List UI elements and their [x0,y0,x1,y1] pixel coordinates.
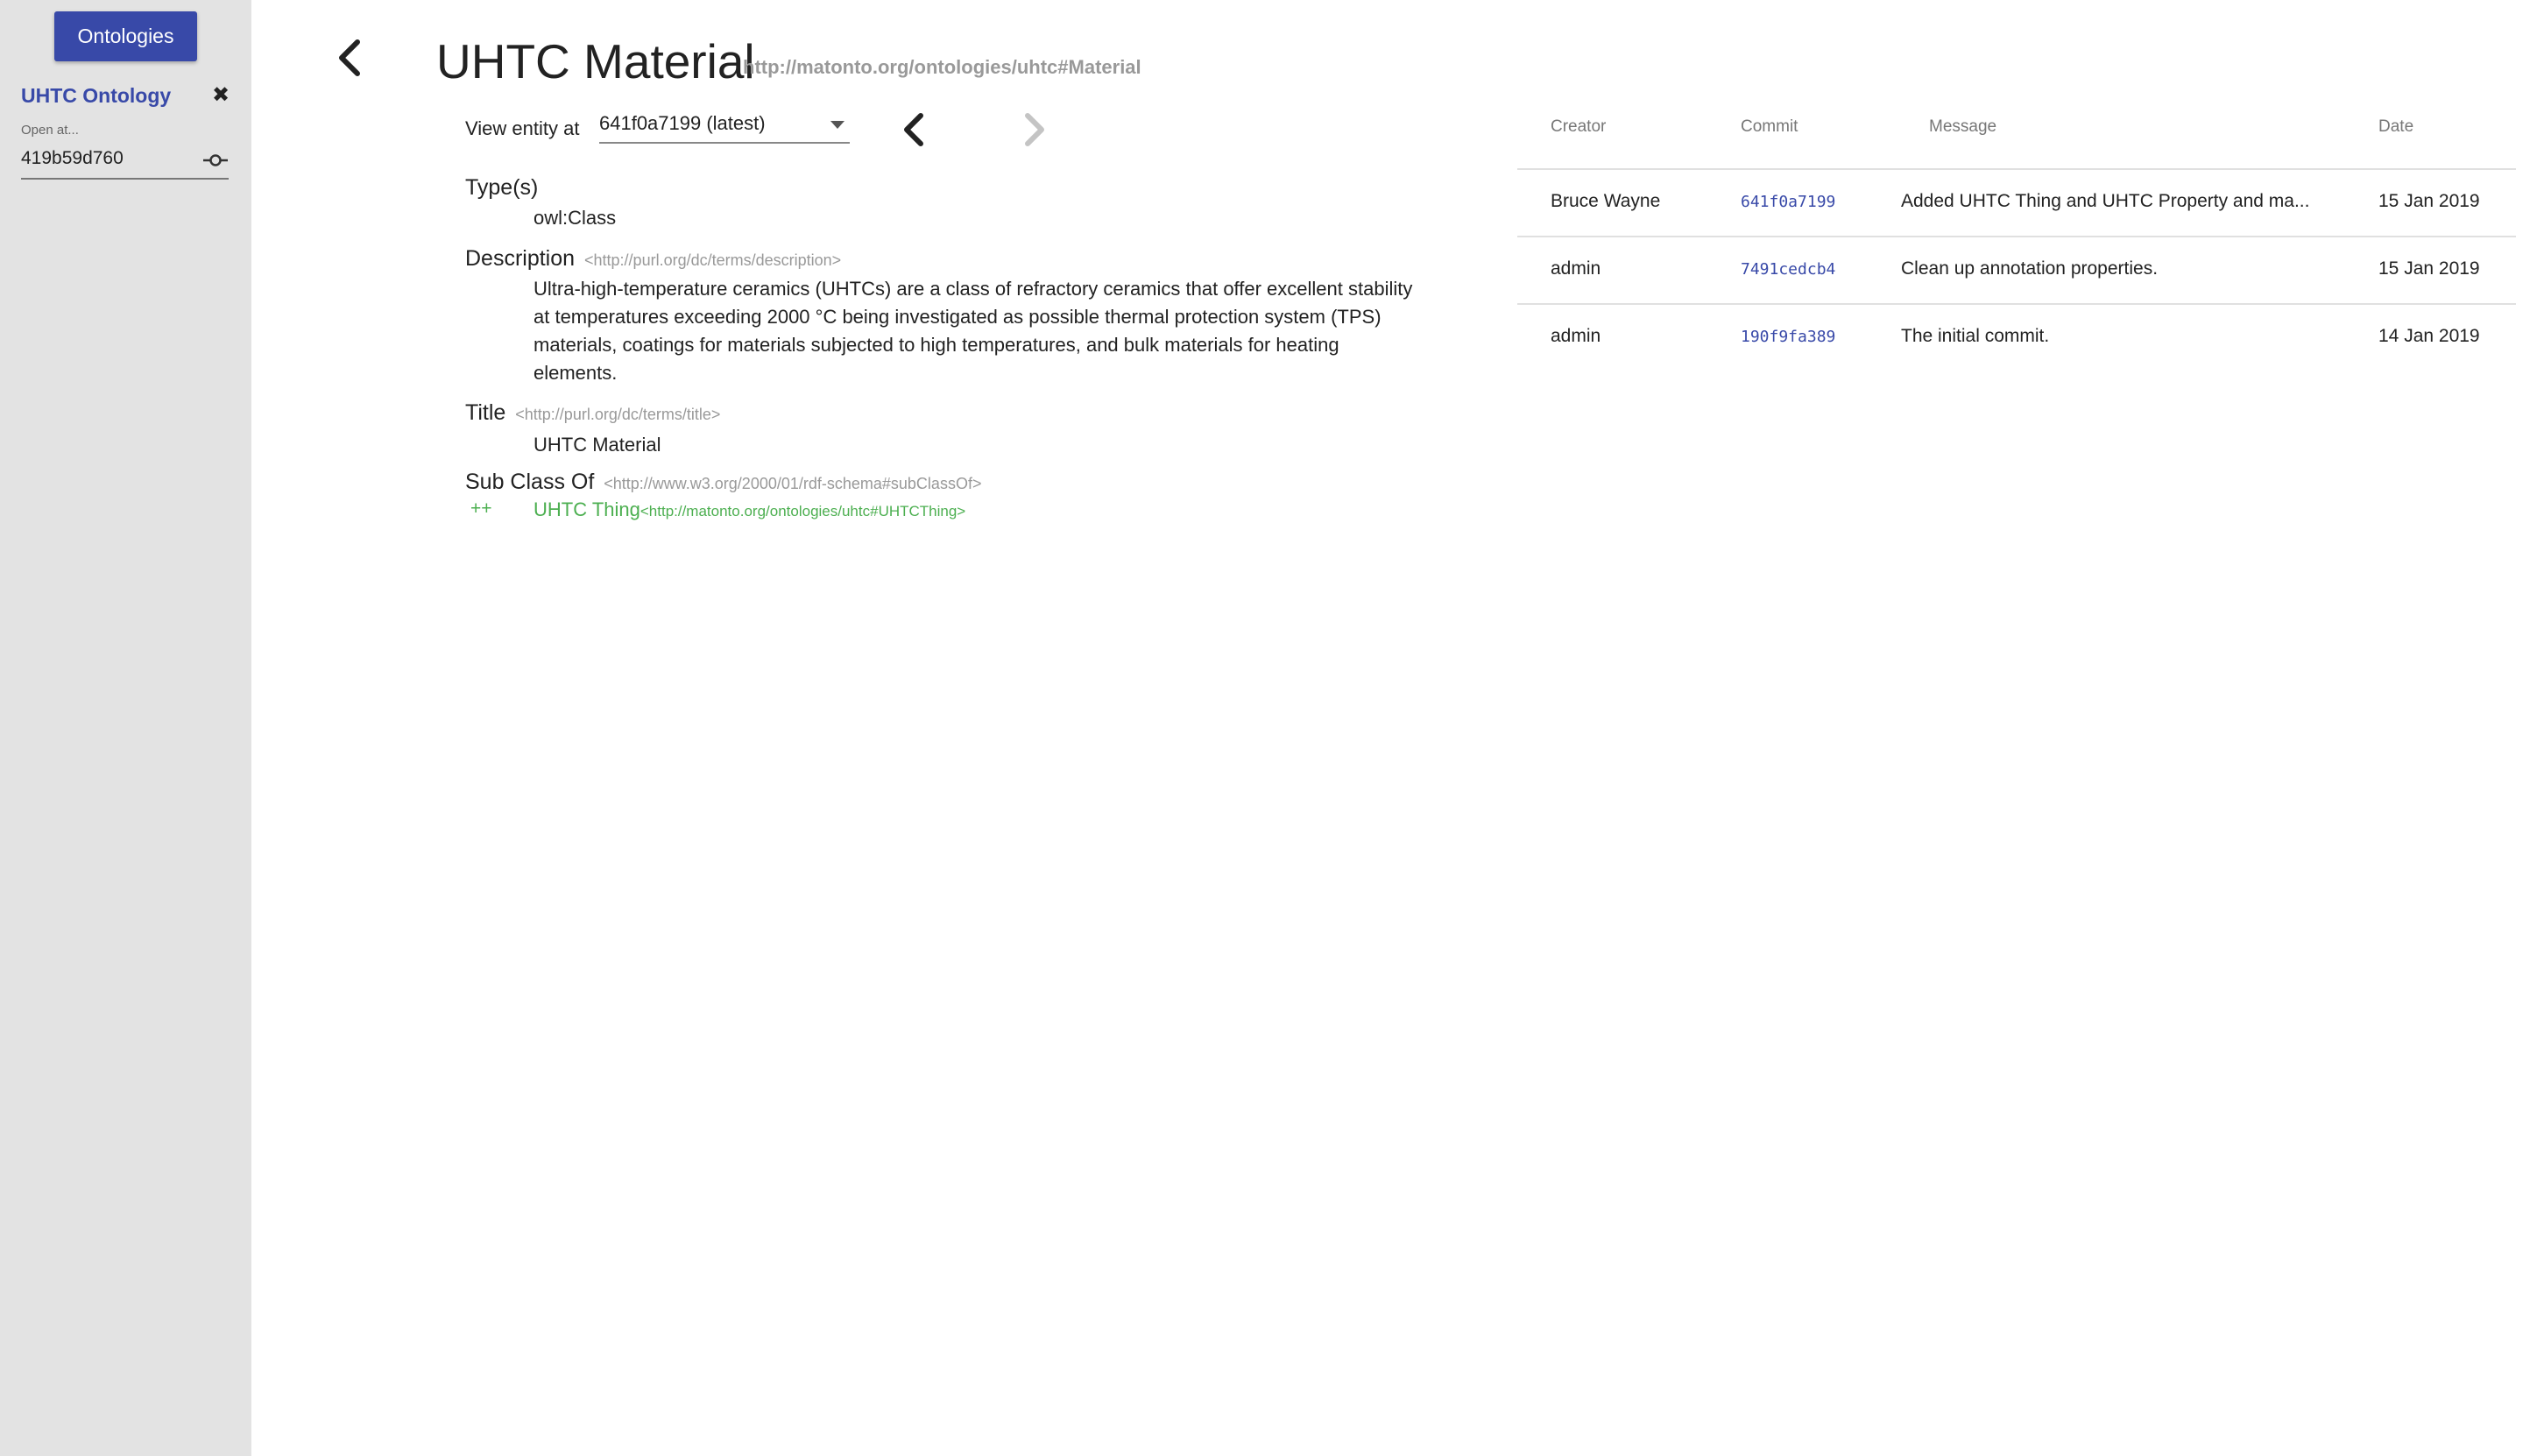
open-at-commit-value: 419b59d760 [21,148,124,168]
row-message: Clean up annotation properties. [1901,258,2159,279]
title-iri: <http://purl.org/dc/terms/title> [515,406,721,423]
chevron-left-icon[interactable] [331,37,366,79]
description-value: Ultra-high-temperature ceramics (UHTCs) … [534,278,1413,384]
open-at-commit-field[interactable]: 419b59d760 [21,143,229,180]
title-property: Title <http://purl.org/dc/terms/title> U… [465,400,720,459]
row-date: 14 Jan 2019 [2378,326,2480,346]
close-icon[interactable]: ✖ [210,84,231,107]
open-ontology-name[interactable]: UHTC Ontology [21,84,171,108]
previous-commit-icon[interactable] [898,110,929,149]
table-row: admin 7491cedcb4 Clean up annotation pro… [1517,237,2516,305]
title-label-row: Title <http://purl.org/dc/terms/title> [465,400,720,426]
description-label: Description [465,246,576,271]
row-message: Added UHTC Thing and UHTC Property and m… [1901,191,2310,211]
header-commit: Commit [1741,117,1798,136]
next-commit-icon[interactable] [1019,110,1050,149]
sidebar: Ontologies UHTC Ontology ✖ Open at... 41… [0,0,251,1456]
types-value: owl:Class [534,207,617,229]
row-date: 15 Jan 2019 [2378,191,2480,211]
row-commit-link[interactable]: 7491cedcb4 [1741,260,1835,279]
header-creator: Creator [1551,117,1607,136]
subclassof-label: Sub Class Of [465,470,595,494]
description-property: Description <http://purl.org/dc/terms/de… [465,246,1429,387]
subclassof-iri: <http://www.w3.org/2000/01/rdf-schema#su… [604,475,982,492]
view-entity-at-label: View entity at [465,117,580,139]
subclassof-property: Sub Class Of <http://www.w3.org/2000/01/… [465,470,981,528]
header-date: Date [2378,117,2414,136]
header-message: Message [1929,117,1997,136]
row-date: 15 Jan 2019 [2378,258,2480,279]
table-row: Bruce Wayne 641f0a7199 Added UHTC Thing … [1517,170,2516,237]
ontologies-button[interactable]: Ontologies [54,11,197,61]
row-commit-link[interactable]: 190f9fa389 [1741,328,1835,346]
subclassof-value: UHTC Thing<http://matonto.org/ontologies… [534,498,965,521]
entity-iri: http://matonto.org/ontologies/uhtc#Mater… [743,56,1141,78]
subclassof-value-label: UHTC Thing [534,498,640,520]
row-commit-link[interactable]: 641f0a7199 [1741,193,1835,211]
row-creator: admin [1551,258,1601,279]
entity-title: UHTC Material [436,34,755,88]
title-value: UHTC Material [534,434,661,456]
subclassof-label-row: Sub Class Of <http://www.w3.org/2000/01/… [465,470,981,495]
description-iri: <http://purl.org/dc/terms/description> [584,251,842,269]
commit-history-table: Creator Commit Message Date Bruce Wayne … [1517,103,2516,371]
table-row: admin 190f9fa389 The initial commit. 14 … [1517,305,2516,371]
title-label: Title [465,400,506,425]
row-message: The initial commit. [1901,326,2050,346]
row-creator: admin [1551,326,1601,346]
table-header: Creator Commit Message Date [1517,103,2516,170]
commit-select-value: 641f0a7199 (latest) [599,112,766,134]
added-marker: ++ [470,498,492,519]
types-property: Type(s) owl:Class [465,175,616,232]
caret-down-icon [830,121,844,129]
row-creator: Bruce Wayne [1551,191,1661,211]
open-at-label: Open at... [21,123,79,138]
subclassof-value-iri: <http://matonto.org/ontologies/uhtc#UHTC… [640,503,966,519]
commit-icon[interactable] [202,150,229,171]
added-value-row: ++ UHTC Thing<http://matonto.org/ontolog… [465,498,981,528]
commit-select[interactable]: 641f0a7199 (latest) [599,112,850,144]
types-label: Type(s) [465,175,539,200]
description-label-row: Description <http://purl.org/dc/terms/de… [465,246,1429,272]
